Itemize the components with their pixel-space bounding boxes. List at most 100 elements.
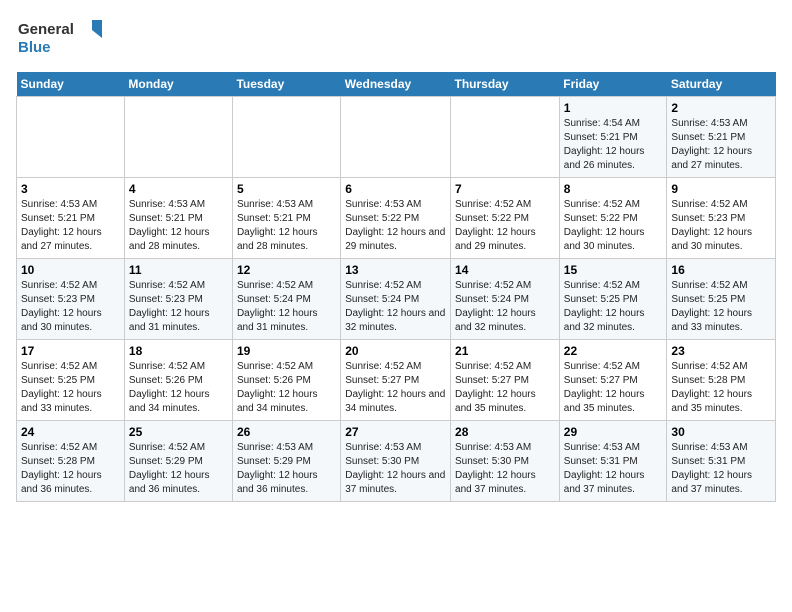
- day-number: 25: [129, 425, 228, 439]
- day-number: 3: [21, 182, 120, 196]
- day-number: 4: [129, 182, 228, 196]
- calendar-cell: [17, 97, 125, 178]
- calendar-cell: 14Sunrise: 4:52 AMSunset: 5:24 PMDayligh…: [451, 259, 560, 340]
- calendar-cell: 29 Sunrise: 4:53 AMSunset: 5:31 PMDayligh…: [559, 421, 667, 502]
- calendar-cell: 11 Sunrise: 4:52 AMSunset: 5:23 PMDayligh…: [124, 259, 232, 340]
- day-number: 12: [237, 263, 336, 277]
- calendar-cell: 2 Sunrise: 4:53 AMSunset: 5:21 PMDaylight…: [667, 97, 776, 178]
- day-number: 28: [455, 425, 555, 439]
- day-info: Sunrise: 4:53 AMSunset: 5:21 PMDaylight:…: [671, 117, 771, 173]
- day-info: Sunrise: 4:53 AMSunset: 5:31 PMDaylight:…: [564, 441, 663, 497]
- day-number: 13: [345, 263, 446, 277]
- calendar-cell: 15 Sunrise: 4:52 AMSunset: 5:25 PMDayligh…: [559, 259, 667, 340]
- day-info: Sunrise: 4:52 AMSunset: 5:24 PMDaylight:…: [237, 279, 336, 335]
- day-number: 20: [345, 344, 446, 358]
- logo: General Blue: [16, 16, 106, 60]
- calendar-cell: 6 Sunrise: 4:53 AMSunset: 5:22 PMDaylight…: [341, 178, 451, 259]
- calendar-cell: [451, 97, 560, 178]
- calendar-week-row: 24 Sunrise: 4:52 AMSunset: 5:28 PMDayligh…: [17, 421, 776, 502]
- calendar-cell: [341, 97, 451, 178]
- calendar-cell: 9 Sunrise: 4:52 AMSunset: 5:23 PMDaylight…: [667, 178, 776, 259]
- calendar-cell: 10 Sunrise: 4:52 AMSunset: 5:23 PMDayligh…: [17, 259, 125, 340]
- day-number: 8: [564, 182, 663, 196]
- day-info: Sunrise: 4:52 AMSunset: 5:27 PMDaylight:…: [564, 360, 663, 416]
- day-info: Sunrise: 4:52 AMSunset: 5:24 PMDaylight:…: [345, 279, 446, 335]
- weekday-header-tuesday: Tuesday: [232, 72, 340, 97]
- day-number: 27: [345, 425, 446, 439]
- day-info: Sunrise: 4:53 AMSunset: 5:29 PMDaylight:…: [237, 441, 336, 497]
- calendar-cell: 30 Sunrise: 4:53 AMSunset: 5:31 PMDayligh…: [667, 421, 776, 502]
- day-info: Sunrise: 4:53 AMSunset: 5:30 PMDaylight:…: [345, 441, 446, 497]
- day-info: Sunrise: 4:52 AMSunset: 5:28 PMDaylight:…: [21, 441, 120, 497]
- calendar-cell: 8 Sunrise: 4:52 AMSunset: 5:22 PMDaylight…: [559, 178, 667, 259]
- calendar-week-row: 10 Sunrise: 4:52 AMSunset: 5:23 PMDayligh…: [17, 259, 776, 340]
- calendar-cell: 7Sunrise: 4:52 AMSunset: 5:22 PMDaylight…: [451, 178, 560, 259]
- calendar-cell: 18Sunrise: 4:52 AMSunset: 5:26 PMDayligh…: [124, 340, 232, 421]
- day-number: 30: [671, 425, 771, 439]
- day-number: 22: [564, 344, 663, 358]
- weekday-header-saturday: Saturday: [667, 72, 776, 97]
- day-info: Sunrise: 4:52 AMSunset: 5:23 PMDaylight:…: [21, 279, 120, 335]
- day-info: Sunrise: 4:52 AMSunset: 5:22 PMDaylight:…: [564, 198, 663, 254]
- day-number: 10: [21, 263, 120, 277]
- day-number: 23: [671, 344, 771, 358]
- day-info: Sunrise: 4:52 AMSunset: 5:25 PMDaylight:…: [564, 279, 663, 335]
- calendar-cell: 24 Sunrise: 4:52 AMSunset: 5:28 PMDayligh…: [17, 421, 125, 502]
- day-info: Sunrise: 4:52 AMSunset: 5:26 PMDaylight:…: [237, 360, 336, 416]
- day-info: Sunrise: 4:52 AMSunset: 5:22 PMDaylight:…: [455, 198, 555, 254]
- weekday-header-sunday: Sunday: [17, 72, 125, 97]
- day-info: Sunrise: 4:52 AMSunset: 5:27 PMDaylight:…: [345, 360, 446, 416]
- calendar-cell: 27 Sunrise: 4:53 AMSunset: 5:30 PMDayligh…: [341, 421, 451, 502]
- day-info: Sunrise: 4:52 AMSunset: 5:23 PMDaylight:…: [129, 279, 228, 335]
- day-number: 5: [237, 182, 336, 196]
- day-number: 19: [237, 344, 336, 358]
- day-info: Sunrise: 4:52 AMSunset: 5:23 PMDaylight:…: [671, 198, 771, 254]
- day-number: 26: [237, 425, 336, 439]
- calendar-cell: 23 Sunrise: 4:52 AMSunset: 5:28 PMDayligh…: [667, 340, 776, 421]
- calendar-table: SundayMondayTuesdayWednesdayThursdayFrid…: [16, 72, 776, 502]
- day-info: Sunrise: 4:53 AMSunset: 5:21 PMDaylight:…: [237, 198, 336, 254]
- calendar-cell: 22 Sunrise: 4:52 AMSunset: 5:27 PMDayligh…: [559, 340, 667, 421]
- calendar-week-row: 17Sunrise: 4:52 AMSunset: 5:25 PMDayligh…: [17, 340, 776, 421]
- day-number: 14: [455, 263, 555, 277]
- weekday-header-wednesday: Wednesday: [341, 72, 451, 97]
- weekday-header-monday: Monday: [124, 72, 232, 97]
- calendar-cell: 12 Sunrise: 4:52 AMSunset: 5:24 PMDayligh…: [232, 259, 340, 340]
- calendar-cell: 21Sunrise: 4:52 AMSunset: 5:27 PMDayligh…: [451, 340, 560, 421]
- day-number: 21: [455, 344, 555, 358]
- svg-text:General: General: [18, 21, 74, 38]
- calendar-cell: [124, 97, 232, 178]
- weekday-header-friday: Friday: [559, 72, 667, 97]
- day-number: 9: [671, 182, 771, 196]
- day-number: 11: [129, 263, 228, 277]
- calendar-cell: 3Sunrise: 4:53 AMSunset: 5:21 PMDaylight…: [17, 178, 125, 259]
- calendar-cell: 16Sunrise: 4:52 AMSunset: 5:25 PMDayligh…: [667, 259, 776, 340]
- calendar-week-row: 3 Sunrise: 4:53 AMSunset: 5:21 PMDaylight…: [17, 178, 776, 259]
- calendar-cell: 5 Sunrise: 4:53 AMSunset: 5:21 PMDaylight…: [232, 178, 340, 259]
- calendar-cell: [232, 97, 340, 178]
- page-header: General Blue: [16, 16, 776, 60]
- day-info: Sunrise: 4:52 AMSunset: 5:29 PMDaylight:…: [129, 441, 228, 497]
- calendar-week-row: 1 Sunrise: 4:54 AMSunset: 5:21 PMDaylight…: [17, 97, 776, 178]
- svg-text:Blue: Blue: [18, 39, 51, 56]
- calendar-cell: 28 Sunrise: 4:53 AMSunset: 5:30 PMDayligh…: [451, 421, 560, 502]
- logo-svg: General Blue: [16, 16, 106, 60]
- calendar-cell: 25 Sunrise: 4:52 AMSunset: 5:29 PMDayligh…: [124, 421, 232, 502]
- day-info: Sunrise: 4:52 AMSunset: 5:25 PMDaylight:…: [21, 360, 120, 416]
- day-number: 29: [564, 425, 663, 439]
- day-info: Sunrise: 4:53 AMSunset: 5:30 PMDaylight:…: [455, 441, 555, 497]
- calendar-cell: 19 Sunrise: 4:52 AMSunset: 5:26 PMDayligh…: [232, 340, 340, 421]
- day-info: Sunrise: 4:54 AMSunset: 5:21 PMDaylight:…: [564, 117, 663, 173]
- calendar-cell: 20 Sunrise: 4:52 AMSunset: 5:27 PMDayligh…: [341, 340, 451, 421]
- day-info: Sunrise: 4:52 AMSunset: 5:28 PMDaylight:…: [671, 360, 771, 416]
- day-number: 15: [564, 263, 663, 277]
- day-info: Sunrise: 4:53 AMSunset: 5:22 PMDaylight:…: [345, 198, 446, 254]
- calendar-cell: 13 Sunrise: 4:52 AMSunset: 5:24 PMDayligh…: [341, 259, 451, 340]
- day-number: 2: [671, 101, 771, 115]
- day-info: Sunrise: 4:53 AMSunset: 5:21 PMDaylight:…: [129, 198, 228, 254]
- calendar-cell: 1 Sunrise: 4:54 AMSunset: 5:21 PMDaylight…: [559, 97, 667, 178]
- day-info: Sunrise: 4:53 AMSunset: 5:31 PMDaylight:…: [671, 441, 771, 497]
- day-number: 1: [564, 101, 663, 115]
- day-number: 24: [21, 425, 120, 439]
- day-number: 6: [345, 182, 446, 196]
